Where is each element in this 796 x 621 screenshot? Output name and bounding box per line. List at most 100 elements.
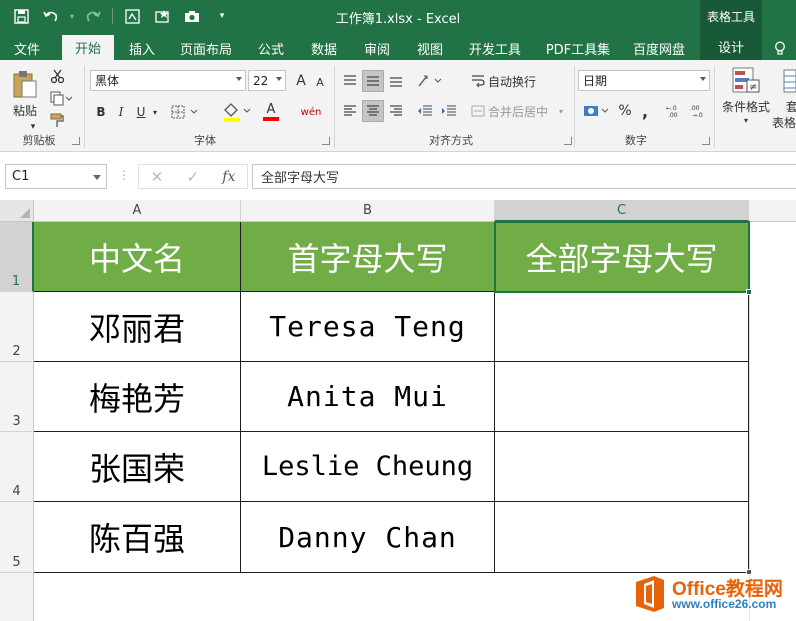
table-format-label[interactable]: 套	[786, 98, 796, 114]
grow-font-button[interactable]: A	[292, 70, 310, 91]
wrap-text-icon[interactable]	[468, 70, 488, 92]
tab-developer[interactable]: 开发工具	[462, 36, 528, 60]
worksheet-grid[interactable]: A B C 1 2 3 4 5 中文名 首字母大写 全部字母大写 邓丽君 Ter…	[0, 200, 796, 621]
cancel-entry-icon[interactable]: ✕	[151, 168, 164, 186]
phonetic-button[interactable]: wén	[298, 100, 324, 124]
merge-dropdown-icon[interactable]: ▾	[556, 100, 566, 122]
orientation-icon[interactable]	[414, 70, 448, 92]
cell-c5[interactable]	[495, 502, 749, 573]
font-color-button[interactable]: A	[256, 100, 286, 124]
formula-input[interactable]: 全部字母大写	[252, 164, 796, 189]
cell-b2[interactable]: Teresa Teng	[241, 292, 495, 362]
number-group-label: 数字	[625, 134, 647, 147]
cell-c4[interactable]	[495, 432, 749, 502]
cell-c2[interactable]	[495, 292, 749, 362]
formula-bar-grip-icon[interactable]: ⋮	[118, 168, 130, 182]
underline-dropdown-icon[interactable]: ▾	[150, 100, 160, 124]
wrap-text-button[interactable]: 自动换行	[488, 70, 548, 92]
copy-icon[interactable]	[46, 88, 76, 108]
conditional-format-icon[interactable]: ≠	[726, 64, 766, 98]
cut-icon[interactable]	[46, 66, 68, 86]
row-header-5[interactable]: 5	[0, 502, 34, 573]
comma-button[interactable]: ,	[636, 100, 654, 122]
alignment-launcher-icon[interactable]	[564, 137, 572, 145]
row-header-2[interactable]: 2	[0, 292, 34, 362]
select-all-button[interactable]	[0, 200, 34, 222]
conditional-format-dropdown-icon[interactable]: ▾	[740, 114, 752, 126]
increase-indent-icon[interactable]	[438, 100, 460, 122]
cell-a5[interactable]: 陈百强	[34, 502, 241, 573]
confirm-entry-icon[interactable]: ✓	[186, 168, 199, 186]
svg-text:.00: .00	[690, 105, 700, 112]
insert-function-button[interactable]: fx	[222, 169, 235, 185]
document-title: 工作簿1.xlsx - Excel	[335, 12, 461, 27]
merge-center-icon[interactable]	[468, 100, 488, 122]
tab-design[interactable]: 设计	[700, 33, 762, 60]
tab-page-layout[interactable]: 页面布局	[174, 36, 238, 60]
align-bottom-icon[interactable]	[386, 70, 406, 92]
underline-button[interactable]: U	[132, 100, 150, 124]
decrease-decimal-icon[interactable]: .00 →.0	[688, 100, 710, 122]
tab-data[interactable]: 数据	[302, 36, 346, 60]
percent-button[interactable]: %	[616, 100, 634, 122]
row-header-4[interactable]: 4	[0, 432, 34, 502]
decrease-indent-icon[interactable]	[414, 100, 436, 122]
tab-insert[interactable]: 插入	[120, 36, 164, 60]
cell-c3[interactable]	[495, 362, 749, 432]
align-right-icon[interactable]	[386, 100, 406, 122]
tab-baidu-netdisk[interactable]: 百度网盘	[626, 36, 692, 60]
fill-handle[interactable]	[746, 289, 752, 295]
name-box[interactable]: C1	[5, 164, 107, 189]
clipboard-launcher-icon[interactable]	[72, 137, 80, 145]
paste-button[interactable]: 粘贴	[8, 66, 42, 122]
format-painter-brush-icon[interactable]	[46, 110, 68, 130]
paste-dropdown-icon[interactable]: ▾	[26, 122, 40, 132]
cell-c1[interactable]: 全部字母大写	[495, 222, 749, 292]
border-icon[interactable]	[166, 102, 206, 122]
cell-a3[interactable]: 梅艳芳	[34, 362, 241, 432]
italic-button[interactable]: I	[112, 100, 130, 124]
cell-b5[interactable]: Danny Chan	[241, 502, 495, 573]
tab-view[interactable]: 视图	[408, 36, 452, 60]
cell-b4[interactable]: Leslie Cheung	[241, 432, 495, 502]
font-name-select[interactable]: 黑体	[90, 70, 246, 91]
cell-a4[interactable]: 张国荣	[34, 432, 241, 502]
column-header-a[interactable]: A	[34, 200, 241, 222]
align-top-icon[interactable]	[340, 70, 360, 92]
align-middle-icon[interactable]	[362, 70, 384, 92]
cell-b1[interactable]: 首字母大写	[241, 222, 495, 292]
shrink-font-button[interactable]: A	[312, 72, 328, 93]
tab-home[interactable]: 开始	[62, 35, 114, 60]
cell-a1[interactable]: 中文名	[34, 222, 241, 292]
name-box-dropdown-icon[interactable]	[93, 175, 101, 180]
row-header-3[interactable]: 3	[0, 362, 34, 432]
merge-center-button[interactable]: 合并后居中	[488, 100, 554, 122]
svg-text:→.0: →.0	[692, 112, 703, 118]
lightbulb-icon[interactable]	[770, 36, 790, 60]
font-size-select[interactable]: 22	[248, 70, 286, 91]
cell-b3[interactable]: Anita Mui	[241, 362, 495, 432]
font-launcher-icon[interactable]	[322, 137, 330, 145]
tab-formulas[interactable]: 公式	[250, 36, 292, 60]
cell-a2[interactable]: 邓丽君	[34, 292, 241, 362]
increase-decimal-icon[interactable]: ←.0.00	[664, 100, 686, 122]
table-format-label-2[interactable]: 表格	[772, 114, 796, 130]
table-format-icon[interactable]	[782, 64, 796, 98]
row-header-1[interactable]: 1	[0, 222, 34, 292]
column-header-d[interactable]	[749, 200, 796, 222]
bold-button[interactable]: B	[92, 100, 110, 124]
number-launcher-icon[interactable]	[702, 137, 710, 145]
column-header-c[interactable]: C	[495, 200, 749, 222]
conditional-format-button[interactable]: 条件格式	[716, 98, 776, 114]
currency-icon[interactable]	[580, 100, 614, 122]
tab-review[interactable]: 审阅	[356, 36, 398, 60]
tab-file[interactable]: 文件	[4, 36, 50, 60]
tab-pdf-tools[interactable]: PDF工具集	[540, 36, 616, 60]
number-format-select[interactable]: 日期	[578, 70, 710, 91]
column-header-b[interactable]: B	[241, 200, 495, 222]
align-center-icon[interactable]	[362, 100, 384, 122]
fill-color-icon[interactable]	[220, 100, 254, 124]
font-size-value: 22	[253, 73, 269, 88]
align-left-icon[interactable]	[340, 100, 360, 122]
formula-content: 全部字母大写	[261, 171, 340, 186]
